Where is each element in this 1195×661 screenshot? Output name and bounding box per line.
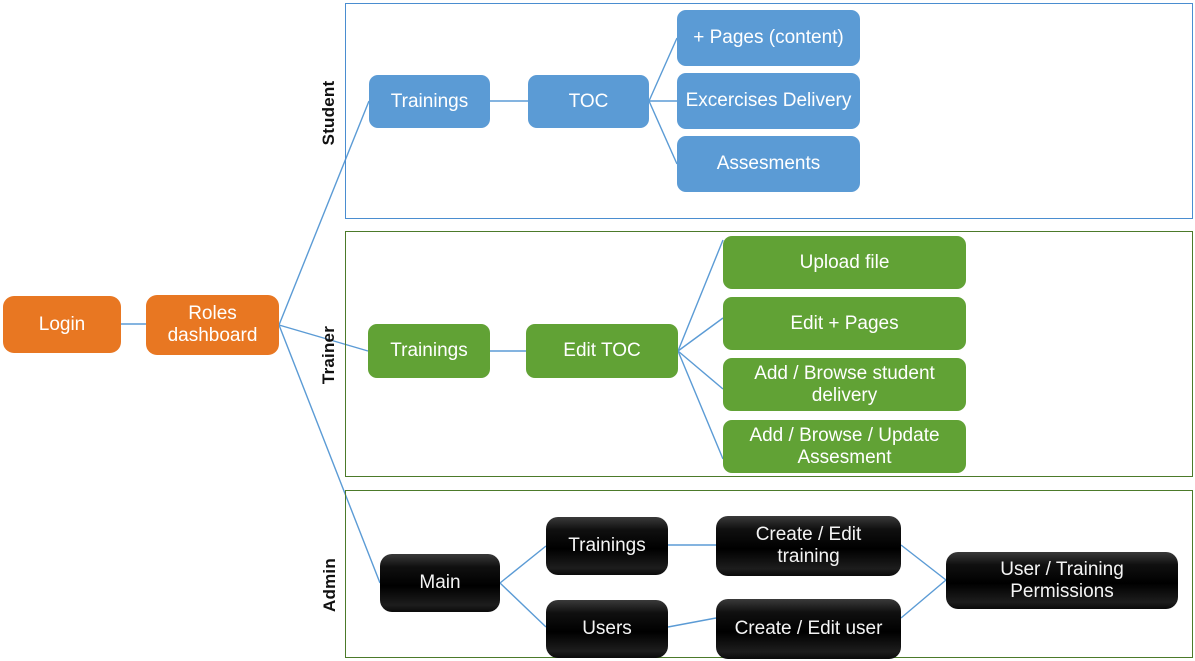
node-roles-dashboard[interactable]: Roles dashboard xyxy=(146,295,279,355)
node-trainer-add-browse-student-delivery[interactable]: Add / Browse student delivery xyxy=(723,358,966,411)
node-admin-trainings[interactable]: Trainings xyxy=(546,517,668,575)
node-admin-users[interactable]: Users xyxy=(546,600,668,658)
node-admin-create-edit-user[interactable]: Create / Edit user xyxy=(716,599,901,659)
node-admin-main[interactable]: Main xyxy=(380,554,500,612)
node-admin-users-label: Users xyxy=(582,618,632,640)
node-login[interactable]: Login xyxy=(3,296,121,353)
node-admin-create-edit-training-label: Create / Edit training xyxy=(755,524,862,567)
node-login-label: Login xyxy=(38,313,86,335)
node-trainer-add-browse-update-assesment-label: Add / Browse / Update Assesment xyxy=(749,424,940,468)
node-admin-trainings-label: Trainings xyxy=(568,535,646,557)
node-trainer-trainings[interactable]: Trainings xyxy=(368,324,490,378)
node-student-trainings[interactable]: Trainings xyxy=(369,75,490,128)
node-student-exercises-delivery[interactable]: Excercises Delivery xyxy=(677,73,860,129)
node-trainer-edit-toc-label: Edit TOC xyxy=(563,340,641,362)
lane-label-student: Student xyxy=(319,80,338,146)
node-trainer-edit-pages-label: Edit + Pages xyxy=(790,312,899,334)
node-student-pages-content[interactable]: + Pages (content) xyxy=(677,10,860,66)
diagram-canvas: Student Trainer Admin Login Roles dashbo… xyxy=(0,0,1195,661)
node-admin-user-training-permissions-label: User / Training Permissions xyxy=(1000,558,1124,602)
lane-label-admin: Admin xyxy=(320,558,339,612)
node-trainer-add-browse-update-assesment[interactable]: Add / Browse / Update Assesment xyxy=(723,420,966,473)
node-admin-create-edit-user-label: Create / Edit user xyxy=(734,618,883,640)
node-student-toc-label: TOC xyxy=(568,90,609,112)
node-student-exercises-delivery-label: Excercises Delivery xyxy=(685,90,852,112)
node-student-trainings-label: Trainings xyxy=(390,90,469,112)
node-trainer-add-browse-student-delivery-label: Add / Browse student delivery xyxy=(754,362,935,406)
lane-label-trainer: Trainer xyxy=(319,325,338,385)
node-roles-dashboard-label: Roles dashboard xyxy=(167,303,258,346)
node-trainer-upload-file[interactable]: Upload file xyxy=(723,236,966,289)
node-admin-user-training-permissions[interactable]: User / Training Permissions xyxy=(946,552,1178,609)
node-student-pages-content-label: + Pages (content) xyxy=(693,27,844,49)
node-trainer-edit-toc[interactable]: Edit TOC xyxy=(526,324,678,378)
node-trainer-edit-pages[interactable]: Edit + Pages xyxy=(723,297,966,350)
node-student-assesments-label: Assesments xyxy=(716,153,821,175)
node-student-toc[interactable]: TOC xyxy=(528,75,649,128)
node-admin-main-label: Main xyxy=(419,572,461,594)
node-trainer-upload-file-label: Upload file xyxy=(799,251,890,273)
node-admin-create-edit-training[interactable]: Create / Edit training xyxy=(716,516,901,576)
node-student-assesments[interactable]: Assesments xyxy=(677,136,860,192)
node-trainer-trainings-label: Trainings xyxy=(390,340,468,362)
